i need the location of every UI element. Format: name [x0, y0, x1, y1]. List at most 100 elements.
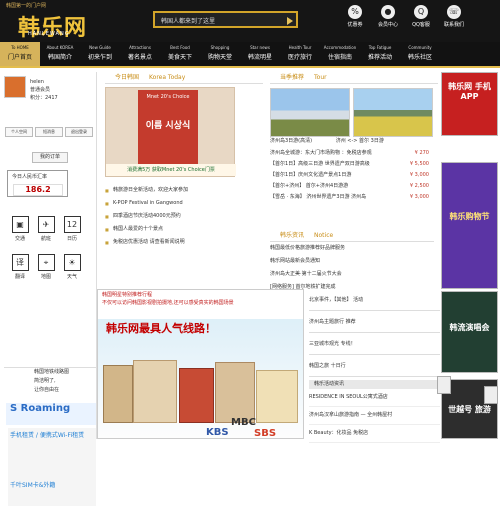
- site-header: 韩国第一的门户网 韩乐网 HANLEWANG 韩国人都来到了这里 % 优惠券 ● 会…: [0, 0, 500, 42]
- wifi-rental-ad[interactable]: 手机租赁 / 便携式Wi-Fi租赁: [8, 428, 96, 478]
- weather-icon: ☀: [63, 254, 81, 271]
- user-level: 普通会员: [30, 87, 51, 93]
- main-banner[interactable]: 韩国明星特别推荐行程 不仅可以访问韩国影视剧拍摄地,还可以感受真实的韩国场景 韩…: [97, 289, 304, 439]
- translate-tool[interactable]: 译翻译: [7, 254, 33, 280]
- concert-ad[interactable]: 韩流演唱会: [441, 291, 498, 373]
- notice-title: 韩乐资讯 Notice: [270, 230, 434, 242]
- activity-item[interactable]: K Beauty：化妆品 免税店: [309, 425, 440, 443]
- nav-health-tour[interactable]: Health Tour 医疗旅行: [280, 42, 320, 66]
- personal-space-button[interactable]: 个人空间: [5, 127, 33, 137]
- site-logo[interactable]: 韩乐网: [18, 10, 87, 42]
- search-arrow-icon[interactable]: [287, 17, 293, 25]
- username: helen: [30, 79, 44, 85]
- percent-icon: %: [348, 5, 362, 19]
- scroll-left-button[interactable]: [437, 376, 451, 394]
- shopping-festival-ad[interactable]: 韩乐购物节: [441, 162, 498, 289]
- building: [256, 370, 298, 423]
- right-links: 北京事件，【其他】 活动 济州岛主题旅行 推荐 三亚城市观光 专线！ 韩国之旅 …: [309, 289, 440, 443]
- exchange-rate-title: 今日人民币汇率: [12, 174, 48, 180]
- right-link[interactable]: 北京事件，【其他】 活动: [309, 289, 440, 311]
- notice-item[interactable]: 济州岛大正美·第十二届火节大会: [270, 268, 434, 281]
- subway-map-heading[interactable]: 韩国地铁线路图: [34, 368, 96, 377]
- building-illustration: KBS MBC SBS: [103, 350, 298, 438]
- subway-map-subline-1: 简洁明了,: [34, 378, 56, 384]
- exchange-rate-box: 今日人民币汇率 186.2: [7, 170, 68, 197]
- calendar-tool[interactable]: 12 日历: [59, 216, 85, 242]
- nav-activities[interactable]: Top Fatigue 推荐活动: [360, 42, 400, 66]
- user-info: helen 普通会员 积分：2417: [30, 78, 58, 102]
- news-item[interactable]: K-POP Festival in Gangwond: [105, 197, 263, 210]
- nav-home[interactable]: To HOME 门户首页: [0, 42, 40, 66]
- qq-service-button[interactable]: Q QQ客服: [408, 5, 434, 28]
- weather-tool[interactable]: ☀ 天气: [59, 254, 85, 280]
- building: [215, 362, 255, 423]
- logout-button[interactable]: 退出登录: [65, 127, 93, 137]
- seoul-photo[interactable]: [353, 88, 433, 137]
- nav-community[interactable]: Community 韩乐社区: [400, 42, 440, 66]
- map-tool[interactable]: ⌖ 地图: [33, 254, 59, 280]
- activity-item[interactable]: 济州岛汉拿山旅游指南 — 全州韩屋村: [309, 407, 440, 425]
- avatar[interactable]: [4, 76, 26, 98]
- promo-banner[interactable]: Mnet 20's Choice 이름 시상식 消费满5万 获取Mnet 20'…: [105, 87, 236, 177]
- building: [133, 360, 177, 423]
- notice-item[interactable]: 韩乐网站最新会员通知: [270, 255, 434, 268]
- activity-heading: 韩乐活动资讯: [309, 380, 440, 389]
- exchange-rate-value: 186.2: [13, 184, 63, 196]
- activity-item[interactable]: RESIDENCE IN SEOUL公寓式酒店: [309, 389, 440, 407]
- roaming-ad[interactable]: S Roaming: [6, 403, 96, 425]
- nav-food[interactable]: Best Food 美食天下: [160, 42, 200, 66]
- poster-image: Mnet 20's Choice 이름 시상식: [138, 90, 198, 165]
- banner-tagline: 韩国明星特别推荐行程 不仅可以访问韩国影视剧拍摄地,还可以感受真实的韩国场景: [98, 290, 303, 319]
- tool-grid: ▣ 交通 ✈ 航班 12 日历 译翻译 ⌖ 地图 ☀ 天气: [7, 216, 85, 280]
- notice-item[interactable]: 韩国最低价格旅游推荐好品牌服务: [270, 242, 434, 255]
- tour-item[interactable]: 济州岛全城游：东大门市场购物 ：免税店参观 ¥ 270: [270, 148, 434, 159]
- news-list: 韩旅游日全新活动，欢迎大家参加 K-POP Festival in Gangwo…: [105, 184, 263, 249]
- korea-today-section: 今日韩国 Korea Today Mnet 20's Choice 이름 시상식 …: [105, 72, 263, 282]
- my-orders-button[interactable]: 我的订单: [32, 152, 68, 163]
- news-item[interactable]: 免税店优惠活动 请查看新闻说明: [105, 236, 263, 249]
- sim-card-ad[interactable]: 千叶SIM卡&外籍: [8, 478, 96, 506]
- nav-accommodation[interactable]: Accommodation 住宿指南: [320, 42, 360, 66]
- right-link[interactable]: 三亚城市观光 专线！: [309, 333, 440, 355]
- tour-title: 当季推荐 Tour: [270, 72, 438, 84]
- flight-tool[interactable]: ✈ 航班: [33, 216, 59, 242]
- nav-shopping[interactable]: Shopping 购物天堂: [200, 42, 240, 66]
- qq-icon: Q: [414, 5, 428, 19]
- contact-button[interactable]: ☏ 联系我们: [441, 5, 467, 28]
- nav-star-news[interactable]: Star news 韩流明星: [240, 42, 280, 66]
- transport-tool[interactable]: ▣ 交通: [7, 216, 33, 242]
- tour-item[interactable]: 【首尔1日】庆州文化遗产景点1日游 ¥ 3,000: [270, 170, 434, 181]
- sbs-logo: SBS: [254, 428, 277, 439]
- tour-item[interactable]: 【首尔1日】高级三日游 世界遗产双日游高级 ¥ 5,500: [270, 159, 434, 170]
- nav-new-guide[interactable]: New Guide 初来乍到: [80, 42, 120, 66]
- nav-attractions[interactable]: Attractions 著名景点: [120, 42, 160, 66]
- app-ad[interactable]: 韩乐网 手机APP: [441, 72, 498, 136]
- right-link[interactable]: 韩国之旅 十日行: [309, 355, 440, 377]
- banner-title: 韩乐网最具人气线路！: [106, 322, 216, 335]
- member-center-button[interactable]: ● 会员中心: [375, 5, 401, 28]
- notice-section: 韩乐资讯 Notice 韩国最低价格旅游推荐好品牌服务 韩乐网站最新会员通知 济州…: [270, 230, 434, 294]
- messages-button[interactable]: 短消息: [35, 127, 63, 137]
- subway-map-subline-2: 让你自由在: [34, 387, 60, 393]
- jeju-photo[interactable]: [270, 88, 350, 137]
- news-item[interactable]: 四季酒店节庆活动4000元预约: [105, 210, 263, 223]
- mbc-logo: MBC: [231, 417, 256, 428]
- section-title: 今日韩国 Korea Today: [105, 72, 263, 84]
- bus-icon: ▣: [11, 216, 29, 233]
- nav-about-korea[interactable]: About KOREA 韩国简介: [40, 42, 80, 66]
- search-input[interactable]: 韩国人都来到了这里: [153, 11, 298, 28]
- tour-section: 当季推荐 Tour 济州岛3日游(高清) 济州 <-> 首尔 3日游 济州岛全城游…: [270, 72, 438, 290]
- coupon-button[interactable]: % 优惠券: [342, 5, 368, 28]
- tour-item[interactable]: 【雪岳 · 东海】 济州世界遗产3日游 济州岛 ¥ 3,000: [270, 192, 434, 203]
- building: [103, 365, 133, 423]
- tour-item[interactable]: 【首尔+济州】 首尔+济州4日游游 ¥ 2,500: [270, 181, 434, 192]
- promo-caption[interactable]: 消费满5万 获取Mnet 20's Choice门票: [106, 164, 236, 176]
- scroll-right-button[interactable]: [484, 386, 498, 404]
- tour-images: [270, 88, 434, 137]
- news-item[interactable]: 韩国人最爱的十个景点: [105, 223, 263, 236]
- news-item[interactable]: 韩旅游日全新活动，欢迎大家参加: [105, 184, 263, 197]
- building: [179, 368, 214, 423]
- right-link[interactable]: 济州岛主题旅行 推荐: [309, 311, 440, 333]
- plane-icon: ✈: [37, 216, 55, 233]
- translate-icon: 译: [11, 254, 29, 271]
